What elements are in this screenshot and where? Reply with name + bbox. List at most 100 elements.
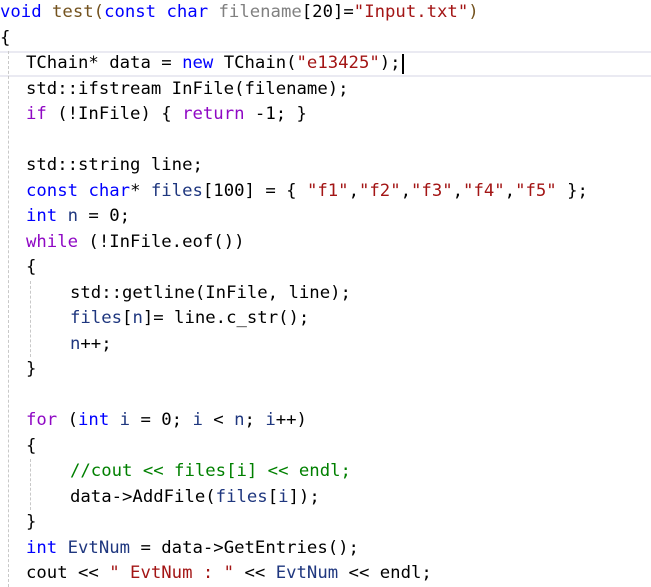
code-line[interactable]: } [0,510,651,536]
code-line[interactable]: cout << " EvtNum : " << EvtNum << endl; [0,561,651,587]
code-line[interactable]: } [0,357,651,383]
code-token: cout << [26,563,110,583]
code-line[interactable]: int EvtNum = data->GetEntries(); [0,536,651,562]
code-line-text: int EvtNum = data->GetEntries(); [26,536,359,562]
code-token: test( [52,2,105,22]
code-token: ; [244,410,266,430]
code-token: = 0; [130,410,193,430]
code-token: = 0; [78,206,131,226]
code-token: i [265,410,276,430]
code-token: n [70,333,81,354]
code-token: "f2" [358,180,401,201]
code-token: files [70,308,123,328]
code-token: "f4" [463,180,505,201]
code-token: std::ifstream InFile( [26,78,245,99]
code-token: for [26,410,58,430]
code-line[interactable]: std::string line; [0,153,651,179]
code-token: filename [218,2,302,22]
code-line[interactable]: { [0,434,651,460]
code-token: } [26,512,37,532]
code-line[interactable]: TChain* data = new TChain("e13425"); [0,51,651,77]
code-token: , [504,180,516,201]
code-token: "e13425" [296,53,380,73]
code-line[interactable]: //cout << files[i] << endl; [0,459,651,485]
code-line-text: int n = 0; [26,204,130,230]
code-line-text: std::string line; [26,153,203,179]
code-token: data [109,53,151,73]
code-line-text: cout << " EvtNum : " << EvtNum << endl; [26,561,432,587]
code-line[interactable]: for (int i = 0; i < n; i++) [0,408,651,434]
indent-guide [30,459,31,510]
code-token: "f5" [515,180,557,201]
code-token: "Input.txt" [353,2,469,22]
code-token: const [26,180,79,201]
code-token: while [26,231,79,252]
code-token: i [192,410,203,430]
code-token: << [234,563,276,583]
code-line[interactable]: const char* files[100] = { "f1","f2","f3… [0,179,651,205]
code-token: [100] = { [202,180,307,201]
code-line-text: const char* files[100] = { "f1","f2","f3… [26,179,588,205]
code-token: data->AddFile( [70,486,216,507]
code-line[interactable]: std::ifstream InFile(filename); [0,77,651,103]
code-line-text: void test(const char filename[20]="Input… [0,0,479,26]
code-token: (!InFile) { [46,104,183,124]
code-token: , [400,180,412,201]
code-token: files [150,180,203,201]
code-line[interactable] [0,128,651,154]
code-token: files [215,486,268,507]
code-token: = [150,53,183,73]
code-token: const [104,2,157,22]
code-token: filename [244,78,328,99]
code-line-text: for (int i = 0; i < n; i++) [26,408,307,434]
code-token: char [166,2,209,22]
code-line[interactable]: files[n]= line.c_str(); [0,306,651,332]
code-token: { [26,435,37,456]
code-line[interactable]: { [0,255,651,281]
code-line-text: { [0,26,10,52]
code-token: EvtNum [67,537,131,558]
code-line[interactable]: void test(const char filename[20]="Input… [0,0,651,26]
code-line-text: } [26,357,36,383]
code-line-text: { [26,434,36,460]
code-token: { [26,257,37,277]
code-token: [ [267,486,279,507]
code-token: (!InFile.eof()) [78,231,245,252]
code-token: //cout << files[i] << endl; [70,461,351,481]
code-token: } [26,359,37,379]
code-line[interactable]: n++; [0,332,651,358]
code-token: int [26,206,58,226]
code-token: int [26,537,58,558]
code-token: ); [379,53,401,73]
code-token: EvtNum [275,563,339,583]
code-token: ]= line.c_str(); [142,308,310,328]
code-token: void [0,2,42,22]
code-line[interactable] [0,383,651,409]
code-token: ++; [80,333,112,354]
code-token: ]); [288,486,320,507]
code-token: n [67,206,79,226]
code-editor[interactable]: void test(const char filename[20]="Input… [0,0,651,587]
code-token: char [88,180,131,201]
code-token: ( [57,410,79,430]
code-line[interactable]: data->AddFile(files[i]); [0,485,651,511]
code-line[interactable]: std::getline(InFile, line); [0,281,651,307]
code-line-text: files[n]= line.c_str(); [70,306,309,332]
code-line[interactable]: while (!InFile.eof()) [0,230,651,256]
code-line-text: data->AddFile(files[i]); [70,485,320,511]
code-token: new [182,53,214,73]
code-token: " EvtNum : " [109,563,235,583]
code-line-text: } [26,510,36,536]
code-token: , [348,180,359,201]
code-line[interactable]: int n = 0; [0,204,651,230]
code-line[interactable]: { [0,26,651,52]
code-line-text: std::getline(InFile, line); [70,281,351,307]
code-token: "f3" [411,180,453,201]
code-line-text: std::ifstream InFile(filename); [26,77,349,103]
code-line[interactable]: if (!InFile) { return -1; } [0,102,651,128]
code-token: [ [122,308,133,328]
